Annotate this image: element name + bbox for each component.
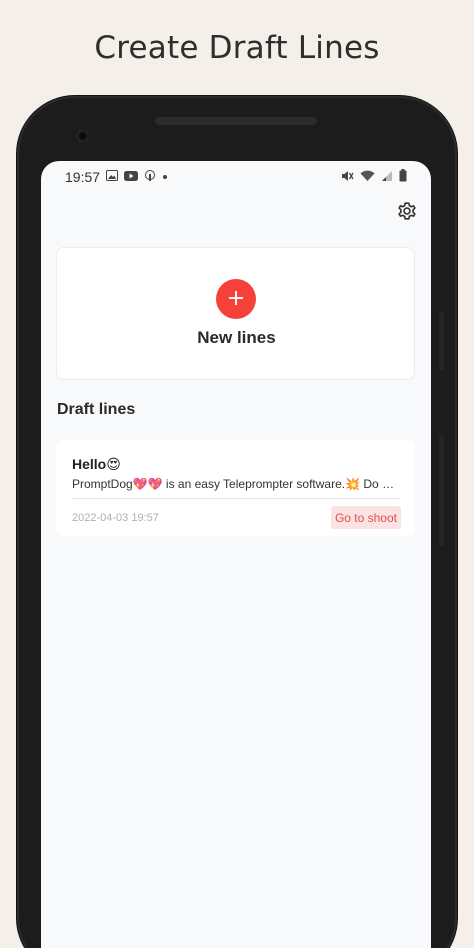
- front-camera: [76, 129, 90, 143]
- image-icon: [106, 170, 119, 184]
- wifi-icon: [360, 170, 375, 185]
- promo-headline: Create Draft Lines: [94, 30, 380, 66]
- draft-lines-heading: Draft lines: [57, 401, 136, 418]
- draft-divider: [72, 498, 400, 499]
- draft-item[interactable]: Hello😍 PromptDog💖💖 is an easy Teleprompt…: [56, 440, 415, 536]
- podcast-icon: [144, 169, 156, 185]
- gear-icon: [396, 200, 418, 227]
- draft-date: 2022-04-03 19:57: [72, 512, 159, 524]
- dot-icon: [162, 171, 168, 183]
- new-lines-card[interactable]: + New lines: [56, 247, 415, 380]
- plus-icon: +: [226, 286, 246, 311]
- signal-icon: [381, 170, 393, 185]
- battery-icon: [399, 169, 407, 185]
- status-bar: 19:57: [41, 161, 431, 193]
- go-to-shoot-button[interactable]: Go to shoot: [330, 506, 401, 529]
- new-lines-label: New lines: [197, 328, 276, 347]
- youtube-icon: [124, 170, 139, 184]
- settings-button[interactable]: [395, 201, 419, 225]
- mute-icon: [341, 170, 354, 185]
- draft-title: Hello😍: [72, 456, 121, 472]
- power-button: [439, 436, 444, 546]
- status-time: 19:57: [65, 169, 101, 185]
- add-lines-button[interactable]: +: [216, 279, 256, 319]
- app-screen: 19:57 + New lines Draft lines Hello😍 Pro…: [41, 161, 431, 948]
- phone-speaker: [155, 117, 317, 125]
- volume-button: [439, 311, 444, 371]
- draft-preview: PromptDog💖💖 is an easy Teleprompter soft…: [72, 477, 400, 491]
